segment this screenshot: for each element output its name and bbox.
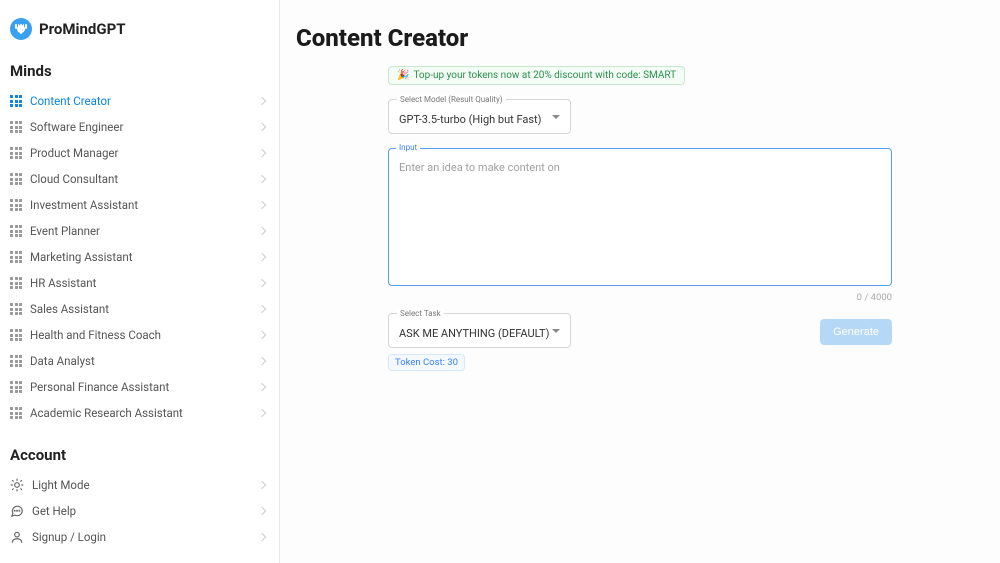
- sidebar-item-label: Personal Finance Assistant: [30, 380, 169, 394]
- apps-grid-icon: [10, 381, 22, 393]
- main-content: Content Creator 🎉 Top-up your tokens now…: [280, 0, 1000, 563]
- chevron-down-icon: [552, 329, 560, 333]
- sidebar-item-label: Sales Assistant: [30, 302, 109, 316]
- chevron-right-icon: [258, 253, 266, 261]
- task-select-value: ASK ME ANYTHING (DEFAULT): [399, 327, 549, 340]
- chevron-right-icon: [258, 123, 266, 131]
- sidebar-item-mind[interactable]: Event Planner: [0, 218, 279, 244]
- account-list: Light Mode Get Help Signup / Login: [0, 472, 279, 550]
- sidebar-item-account[interactable]: Light Mode: [0, 472, 279, 498]
- sidebar-item-label: Signup / Login: [32, 530, 106, 544]
- sidebar-item-mind[interactable]: Software Engineer: [0, 114, 279, 140]
- chevron-right-icon: [258, 201, 266, 209]
- apps-grid-icon: [10, 329, 22, 341]
- form-area: 🎉 Top-up your tokens now at 20% discount…: [388, 66, 892, 371]
- bottom-row: Select Task ASK ME ANYTHING (DEFAULT) To…: [388, 313, 892, 371]
- sun-icon: [10, 478, 24, 492]
- chevron-right-icon: [258, 97, 266, 105]
- chevron-right-icon: [258, 175, 266, 183]
- party-popper-icon: 🎉: [397, 70, 409, 81]
- chevron-right-icon: [258, 305, 266, 313]
- sidebar-item-mind[interactable]: Data Analyst: [0, 348, 279, 374]
- minds-section-title: Minds: [0, 58, 279, 88]
- task-select[interactable]: Select Task ASK ME ANYTHING (DEFAULT): [388, 313, 571, 348]
- apps-grid-icon: [10, 407, 22, 419]
- chevron-right-icon: [258, 227, 266, 235]
- apps-grid-icon: [10, 147, 22, 159]
- sidebar-item-mind[interactable]: Content Creator: [0, 88, 279, 114]
- apps-grid-icon: [10, 199, 22, 211]
- sidebar-item-account[interactable]: Get Help: [0, 498, 279, 524]
- sidebar-item-mind[interactable]: Product Manager: [0, 140, 279, 166]
- chevron-right-icon: [258, 279, 266, 287]
- task-col: Select Task ASK ME ANYTHING (DEFAULT) To…: [388, 313, 571, 371]
- generate-button[interactable]: Generate: [820, 319, 892, 345]
- task-select-label: Select Task: [397, 309, 444, 318]
- apps-grid-icon: [10, 303, 22, 315]
- user-icon: [10, 530, 24, 544]
- sidebar-item-mind[interactable]: Health and Fitness Coach: [0, 322, 279, 348]
- sidebar-item-mind[interactable]: HR Assistant: [0, 270, 279, 296]
- sidebar-item-label: Data Analyst: [30, 354, 95, 368]
- sidebar-item-label: Software Engineer: [30, 120, 123, 134]
- promo-banner[interactable]: 🎉 Top-up your tokens now at 20% discount…: [388, 66, 685, 85]
- sidebar-item-mind[interactable]: Academic Research Assistant: [0, 400, 279, 426]
- sidebar-item-mind[interactable]: Cloud Consultant: [0, 166, 279, 192]
- brand-row[interactable]: ProMindGPT: [0, 18, 279, 58]
- apps-grid-icon: [10, 277, 22, 289]
- chevron-right-icon: [258, 149, 266, 157]
- apps-grid-icon: [10, 251, 22, 263]
- brand-logo-icon: [10, 18, 32, 40]
- chevron-right-icon: [258, 507, 266, 515]
- apps-grid-icon: [10, 173, 22, 185]
- sidebar-item-label: Product Manager: [30, 146, 118, 160]
- idea-input-label: Input: [396, 143, 420, 152]
- chevron-right-icon: [258, 357, 266, 365]
- char-count: 0 / 4000: [388, 292, 892, 303]
- sidebar-item-mind[interactable]: Marketing Assistant: [0, 244, 279, 270]
- model-select[interactable]: Select Model (Result Quality) GPT-3.5-tu…: [388, 99, 571, 134]
- sidebar-item-label: Investment Assistant: [30, 198, 138, 212]
- sidebar-item-mind[interactable]: Investment Assistant: [0, 192, 279, 218]
- sidebar-item-label: Get Help: [32, 504, 76, 518]
- sidebar-item-label: Content Creator: [30, 94, 111, 108]
- chevron-right-icon: [258, 331, 266, 339]
- sidebar-item-label: Academic Research Assistant: [30, 406, 183, 420]
- brand-name: ProMindGPT: [39, 20, 126, 38]
- chevron-right-icon: [258, 481, 266, 489]
- sidebar-item-mind[interactable]: Sales Assistant: [0, 296, 279, 322]
- sidebar-item-label: HR Assistant: [30, 276, 96, 290]
- promo-text: Top-up your tokens now at 20% discount w…: [413, 70, 676, 81]
- sidebar-item-label: Marketing Assistant: [30, 250, 132, 264]
- apps-grid-icon: [10, 355, 22, 367]
- chevron-down-icon: [552, 115, 560, 119]
- idea-input-wrap: Input: [388, 148, 892, 290]
- sidebar-item-label: Light Mode: [32, 478, 90, 492]
- minds-list: Content Creator Software Engineer Product …: [0, 88, 279, 426]
- idea-input[interactable]: [388, 148, 892, 286]
- chat-icon: [10, 504, 24, 518]
- sidebar-item-label: Cloud Consultant: [30, 172, 118, 186]
- apps-grid-icon: [10, 225, 22, 237]
- model-select-value: GPT-3.5-turbo (High but Fast): [399, 113, 541, 126]
- account-section-title: Account: [0, 442, 279, 472]
- page-title: Content Creator: [296, 24, 970, 52]
- chevron-right-icon: [258, 409, 266, 417]
- sidebar-item-label: Event Planner: [30, 224, 100, 238]
- sidebar-item-account[interactable]: Signup / Login: [0, 524, 279, 550]
- apps-grid-icon: [10, 121, 22, 133]
- token-cost-badge: Token Cost: 30: [388, 354, 465, 371]
- sidebar: ProMindGPT Minds Content Creator Software…: [0, 0, 280, 563]
- sidebar-item-label: Health and Fitness Coach: [30, 328, 161, 342]
- chevron-right-icon: [258, 383, 266, 391]
- chevron-right-icon: [258, 533, 266, 541]
- sidebar-item-mind[interactable]: Personal Finance Assistant: [0, 374, 279, 400]
- model-select-label: Select Model (Result Quality): [397, 95, 506, 104]
- apps-grid-icon: [10, 95, 22, 107]
